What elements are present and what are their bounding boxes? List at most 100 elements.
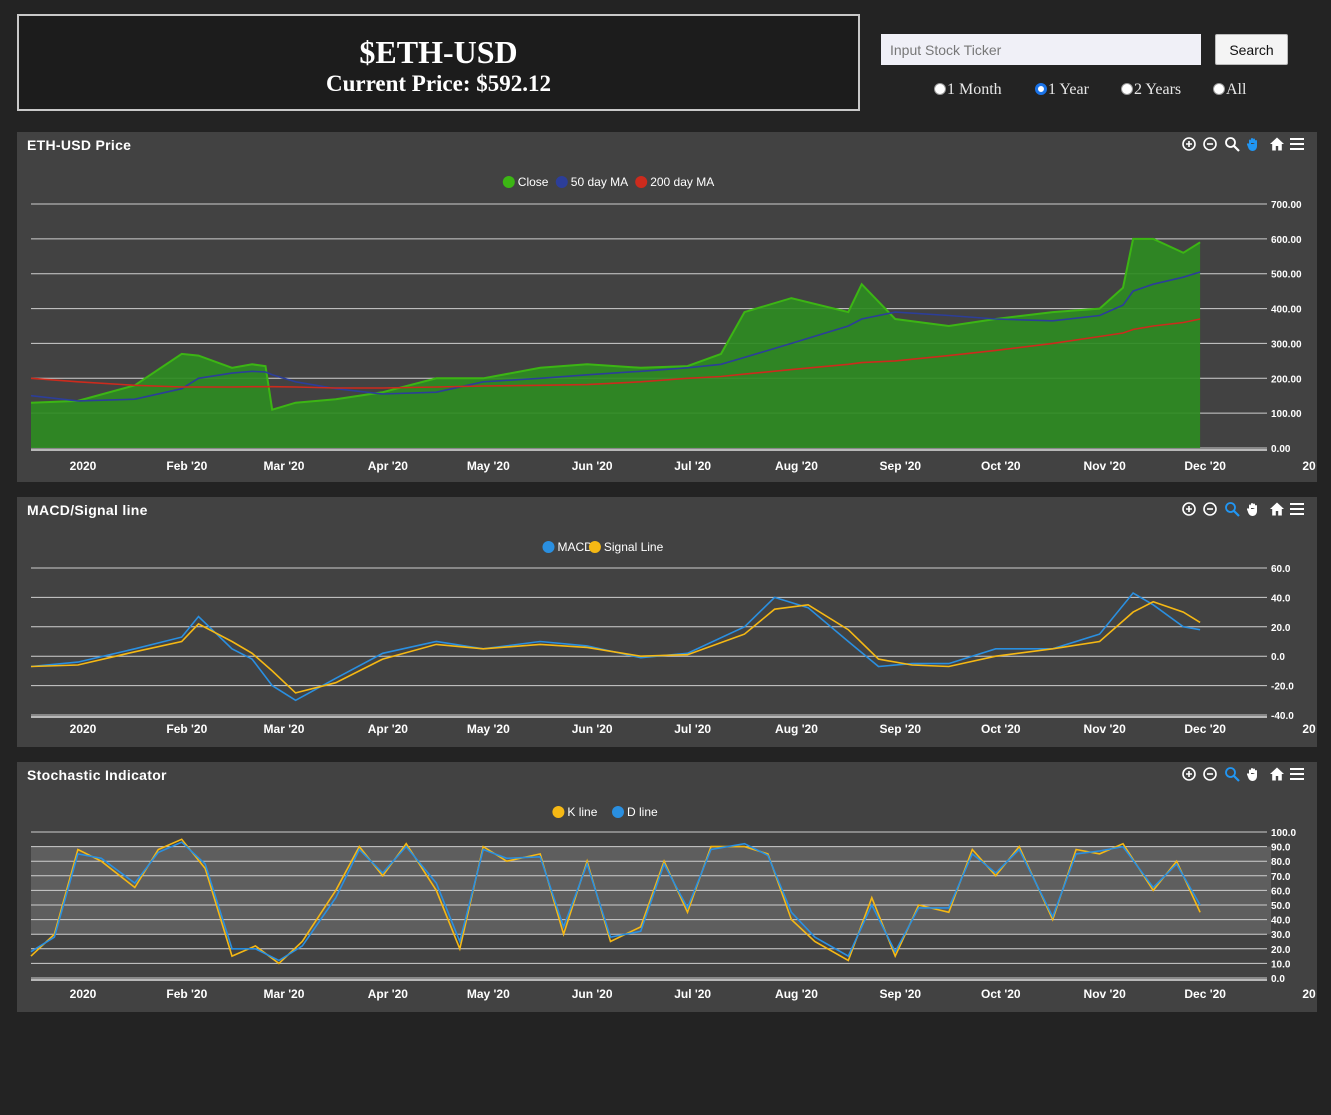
y-tick-label: 200.00 bbox=[1271, 374, 1302, 385]
legend-item: 200 day MA bbox=[650, 175, 714, 189]
y-tick-label: 300.00 bbox=[1271, 339, 1302, 350]
legend-item: K line bbox=[567, 805, 597, 819]
y-tick-label: 700.00 bbox=[1271, 200, 1302, 211]
magnify-icon[interactable] bbox=[1224, 766, 1240, 782]
range-option-1-year[interactable]: 1 Year bbox=[1035, 81, 1089, 99]
zoom-out-icon[interactable] bbox=[1202, 766, 1218, 782]
y-tick-label: 60.0 bbox=[1271, 886, 1291, 897]
menu-icon[interactable] bbox=[1289, 136, 1305, 152]
x-tick-label: Nov '20 bbox=[1084, 987, 1127, 1001]
x-tick-label: Apr '20 bbox=[368, 722, 409, 736]
x-tick-label: Jul '20 bbox=[674, 722, 711, 736]
y-tick-label: 100.00 bbox=[1271, 409, 1302, 420]
y-tick-label: 0.00 bbox=[1271, 444, 1291, 455]
radio-icon[interactable] bbox=[934, 83, 946, 95]
zoom-out-icon[interactable] bbox=[1202, 136, 1218, 152]
zoom-out-icon[interactable] bbox=[1202, 501, 1218, 517]
radio-checked-icon[interactable] bbox=[1035, 83, 1047, 95]
x-tick-label: Jun '20 bbox=[572, 459, 613, 473]
radio-icon[interactable] bbox=[1213, 83, 1225, 95]
x-tick-label: Jun '20 bbox=[572, 987, 613, 1001]
range-option-1-month[interactable]: 1 Month bbox=[934, 81, 1002, 99]
chart-legend: MACD Signal Line bbox=[542, 540, 664, 554]
ticker-search-input[interactable] bbox=[881, 34, 1201, 65]
x-tick-label: Sep '20 bbox=[880, 722, 922, 736]
legend-marker bbox=[542, 541, 555, 553]
chart-title: MACD/Signal line bbox=[27, 502, 148, 518]
x-tick-label: 2020 bbox=[70, 459, 97, 473]
x-tick-label: Feb '20 bbox=[166, 459, 207, 473]
y-tick-label: 600.00 bbox=[1271, 235, 1302, 246]
x-tick-label: Oct '20 bbox=[981, 987, 1021, 1001]
x-tick-label: Apr '20 bbox=[368, 987, 409, 1001]
y-tick-label: 20.0 bbox=[1271, 945, 1291, 956]
y-tick-label: -20.0 bbox=[1271, 682, 1294, 693]
y-tick-label: -40.0 bbox=[1271, 711, 1294, 722]
pan-hand-icon[interactable] bbox=[1245, 136, 1261, 152]
x-tick-label: Jun '20 bbox=[572, 722, 613, 736]
y-tick-label: 40.0 bbox=[1271, 593, 1291, 604]
radio-icon[interactable] bbox=[1121, 83, 1133, 95]
x-tick-label: Nov '20 bbox=[1084, 459, 1127, 473]
y-tick-label: 60.0 bbox=[1271, 564, 1291, 575]
y-tick-label: 80.0 bbox=[1271, 857, 1291, 868]
pan-hand-icon[interactable] bbox=[1245, 766, 1261, 782]
price-chart-panel: 700.00 600.00 500.00 400.00 300.00 200.00 100.… bbox=[17, 132, 1317, 482]
x-tick-label: 2020 bbox=[70, 722, 97, 736]
chart-legend: Close 50 day MA 200 day MA bbox=[502, 175, 714, 189]
x-tick-label: Jul '20 bbox=[674, 987, 711, 1001]
y-tick-label: 0.0 bbox=[1271, 652, 1285, 663]
x-tick-label: Aug '20 bbox=[775, 987, 818, 1001]
stochastic-chart: 100.0 90.0 80.0 70.0 60.0 50.0 40.0 30.0 20.0 10.… bbox=[30, 805, 1316, 1001]
ticker-title: $ETH-USD bbox=[359, 34, 518, 70]
zoom-in-icon[interactable] bbox=[1181, 136, 1197, 152]
x-tick-label: Mar '20 bbox=[264, 722, 305, 736]
x-tick-label: May '20 bbox=[467, 987, 510, 1001]
chart-legend: K line D line bbox=[552, 805, 658, 819]
range-option-2-years[interactable]: 2 Years bbox=[1121, 81, 1181, 99]
pan-hand-icon[interactable] bbox=[1245, 501, 1261, 517]
y-tick-label: 90.0 bbox=[1271, 843, 1291, 854]
legend-item: D line bbox=[627, 805, 658, 819]
stochastic-chart-panel: 100.0 90.0 80.0 70.0 60.0 50.0 40.0 30.0 20.0 10.… bbox=[17, 762, 1317, 1012]
home-icon[interactable] bbox=[1269, 501, 1285, 517]
y-tick-label: 10.0 bbox=[1271, 959, 1291, 970]
x-tick-label: Feb '20 bbox=[166, 722, 207, 736]
legend-marker bbox=[552, 806, 565, 818]
chart-toolbar bbox=[1181, 766, 1307, 784]
legend-marker bbox=[502, 176, 515, 188]
home-icon[interactable] bbox=[1269, 136, 1285, 152]
x-tick-label: Sep '20 bbox=[880, 987, 922, 1001]
x-tick-label: Dec '20 bbox=[1184, 722, 1226, 736]
zoom-in-icon[interactable] bbox=[1181, 766, 1197, 782]
range-label: 1 Year bbox=[1048, 81, 1089, 98]
legend-item: 50 day MA bbox=[571, 175, 628, 189]
y-tick-label: 20.0 bbox=[1271, 623, 1291, 634]
x-tick-label: Mar '20 bbox=[264, 459, 305, 473]
magnify-icon[interactable] bbox=[1224, 136, 1240, 152]
y-tick-label: 500.00 bbox=[1271, 270, 1302, 281]
x-tick-label: Sep '20 bbox=[880, 459, 922, 473]
menu-icon[interactable] bbox=[1289, 501, 1305, 517]
range-label: 2 Years bbox=[1134, 81, 1182, 98]
x-tick-label: May '20 bbox=[467, 722, 510, 736]
home-icon[interactable] bbox=[1269, 766, 1285, 782]
series-line-macd bbox=[30, 591, 1201, 702]
x-tick-label: Dec '20 bbox=[1184, 987, 1226, 1001]
series-line-signal-line bbox=[30, 600, 1201, 694]
search-button[interactable]: Search bbox=[1215, 34, 1288, 65]
range-option-all[interactable]: All bbox=[1213, 81, 1246, 99]
magnify-icon[interactable] bbox=[1224, 501, 1240, 517]
zoom-in-icon[interactable] bbox=[1181, 501, 1197, 517]
x-tick-label: Nov '20 bbox=[1084, 722, 1127, 736]
legend-marker bbox=[635, 176, 648, 188]
range-label: All bbox=[1226, 81, 1247, 98]
range-label: 1 Month bbox=[947, 81, 1002, 98]
price-chart: 700.00 600.00 500.00 400.00 300.00 200.00 100.… bbox=[30, 175, 1316, 473]
y-tick-label: 400.00 bbox=[1271, 305, 1302, 316]
menu-icon[interactable] bbox=[1289, 766, 1305, 782]
x-tick-label: Apr '20 bbox=[368, 459, 409, 473]
legend-marker bbox=[588, 541, 601, 553]
chart-title: Stochastic Indicator bbox=[27, 767, 167, 783]
y-tick-label: 70.0 bbox=[1271, 872, 1291, 883]
